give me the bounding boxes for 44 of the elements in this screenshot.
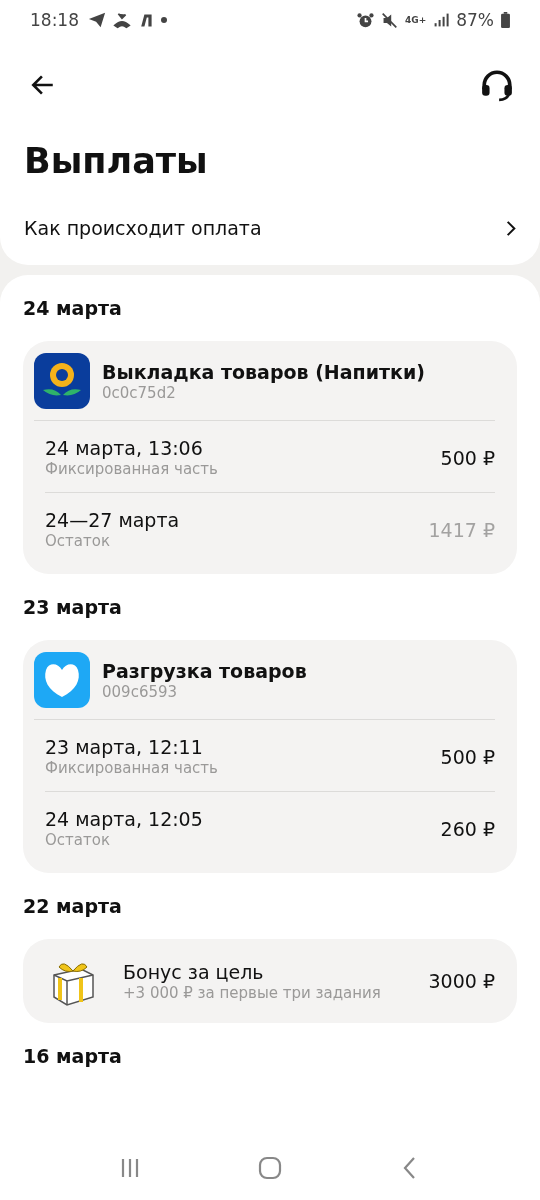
payment-type: Фиксированная часть [45, 759, 218, 777]
sunflower-icon [34, 353, 90, 409]
payment-date: 24—27 марта [45, 509, 180, 531]
home-icon[interactable] [258, 1156, 282, 1180]
page-title: Выплаты [24, 141, 209, 181]
task-card[interactable]: Разгрузка товаров 009c6593 23 марта, 12:11 Фиксированная часть 500 ₽ 24 марта, 12:05 Остаток 260 ₽ [23, 640, 517, 873]
date-heading: 24 марта [23, 296, 123, 321]
payment-date: 24 марта, 12:05 [45, 808, 203, 830]
payment-type: Остаток [45, 831, 111, 849]
bonus-card[interactable]: Бонус за цель +3 000 ₽ за первые три задания 3000 ₽ [23, 939, 517, 1023]
task-card[interactable]: Выкладка товаров (Напитки) 0c0c75d2 24 марта, 13:06 Фиксированная часть 500 ₽ 24—27 марта Остаток 1417 ₽ [23, 341, 517, 574]
headset-icon [480, 68, 514, 102]
payment-amount: 260 ₽ [440, 817, 495, 840]
payment-type: Фиксированная часть [45, 460, 218, 478]
signal-icon [433, 12, 450, 28]
status-time: 18:18 [30, 10, 79, 30]
payment-date: 24 марта, 13:06 [45, 437, 204, 459]
bonus-title: Бонус за цель [123, 960, 265, 983]
alarm-icon [357, 11, 374, 29]
send-icon [88, 11, 106, 29]
payment-type: Остаток [45, 532, 111, 550]
task-title: Выкладка товаров (Напитки) [102, 360, 425, 383]
payment-amount: 1417 ₽ [428, 518, 495, 541]
chevron-right-icon [506, 219, 516, 237]
mute-icon [381, 11, 398, 29]
app-icon [138, 12, 154, 28]
task-code: 0c0c75d2 [102, 383, 177, 402]
info-link[interactable]: Как происходит оплата [0, 209, 540, 253]
support-button[interactable] [480, 68, 514, 102]
battery-percent: 87% [456, 10, 494, 30]
battery-icon [501, 12, 510, 28]
dot-icon [161, 17, 167, 23]
date-heading: 22 марта [23, 894, 123, 919]
date-heading: 16 марта [23, 1044, 123, 1069]
date-heading: 23 марта [23, 595, 123, 620]
bonus-amount: 3000 ₽ [428, 970, 495, 992]
task-code: 009c6593 [102, 682, 179, 701]
payment-amount: 500 ₽ [440, 446, 495, 469]
missed-call-icon [113, 11, 131, 29]
network-type: 4G+ [405, 15, 427, 25]
payment-amount: 500 ₽ [440, 745, 495, 768]
bonus-note: +3 000 ₽ за первые три задания [123, 983, 382, 1002]
payment-date: 23 марта, 12:11 [45, 736, 204, 758]
task-title: Разгрузка товаров [102, 659, 307, 682]
